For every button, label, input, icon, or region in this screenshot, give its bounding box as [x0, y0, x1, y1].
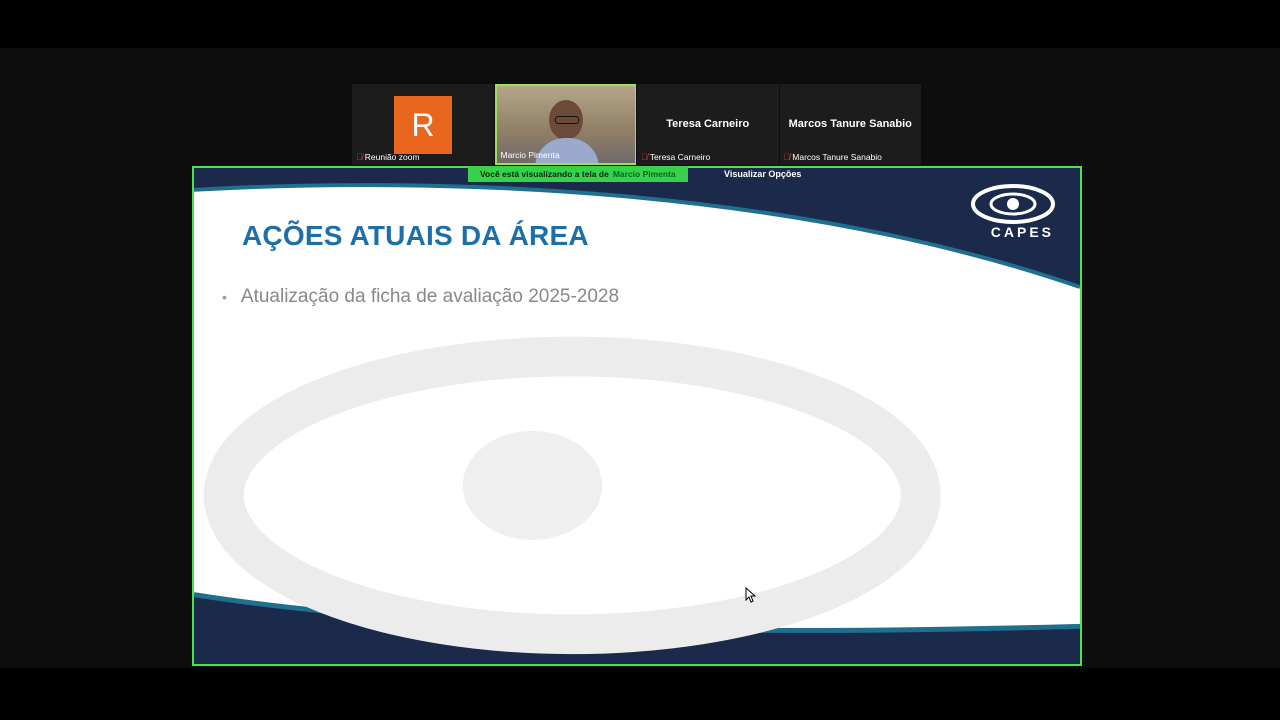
mic-muted-icon: 🎙̸ [783, 152, 791, 162]
share-banner: Você está visualizando a tela de Marcio … [468, 166, 688, 182]
participant-tile-marcio-pimenta[interactable]: Marcio Pimenta [494, 84, 637, 165]
participant-display-name: Teresa Carneiro [666, 118, 750, 130]
participant-label: 🎙̸ Marcos Tanure Sanabio [784, 152, 882, 162]
participant-tile-teresa-carneiro[interactable]: Teresa Carneiro 🎙̸ Teresa Carneiro [637, 84, 779, 165]
avatar: R [394, 96, 452, 154]
glasses [554, 116, 579, 124]
shared-screen: AÇÕES ATUAIS DA ÁREA • Atualização da fi… [192, 166, 1082, 666]
participant-name: Reunião zoom [364, 152, 420, 162]
bullet-icon: • [222, 289, 227, 305]
share-banner-prefix: Você está visualizando a tela de [480, 169, 609, 179]
participant-name: Marcos Tanure Sanabio [792, 152, 882, 162]
participant-label: Marcio Pimenta [501, 150, 560, 160]
participant-strip: R 🎙̸ Reunião zoom Marcio Pimenta Teresa … [352, 84, 922, 165]
presenter-name: Marcio Pimenta [612, 169, 676, 179]
mouse-cursor-icon [745, 587, 757, 603]
participant-tile-marcos-tanure-sanabio[interactable]: Marcos Tanure Sanabio 🎙̸ Marcos Tanure S… [779, 84, 922, 165]
bullet-text: Atualização da ficha de avaliação 2025-2… [240, 286, 620, 307]
participant-label: 🎙̸ Teresa Carneiro [641, 152, 710, 162]
participant-name: Marcio Pimenta [500, 150, 560, 160]
participant-name: Teresa Carneiro [649, 152, 711, 162]
slide-title: AÇÕES ATUAIS DA ÁREA [242, 220, 589, 251]
participant-display-name: Marcos Tanure Sanabio [788, 118, 912, 130]
mic-muted-icon: 🎙̸ [641, 152, 648, 162]
participant-label: 🎙̸ Reunião zoom [356, 152, 420, 162]
mic-muted-icon: 🎙̸ [356, 152, 363, 162]
view-options-button[interactable]: Visualizar Opções [724, 166, 801, 182]
participant-tile-reuniao-zoom[interactable]: R 🎙̸ Reunião zoom [352, 84, 494, 165]
capes-logo-text: CAPES [990, 224, 1054, 240]
slide-bullet: • Atualização da ficha de avaliação 2025… [222, 286, 619, 308]
